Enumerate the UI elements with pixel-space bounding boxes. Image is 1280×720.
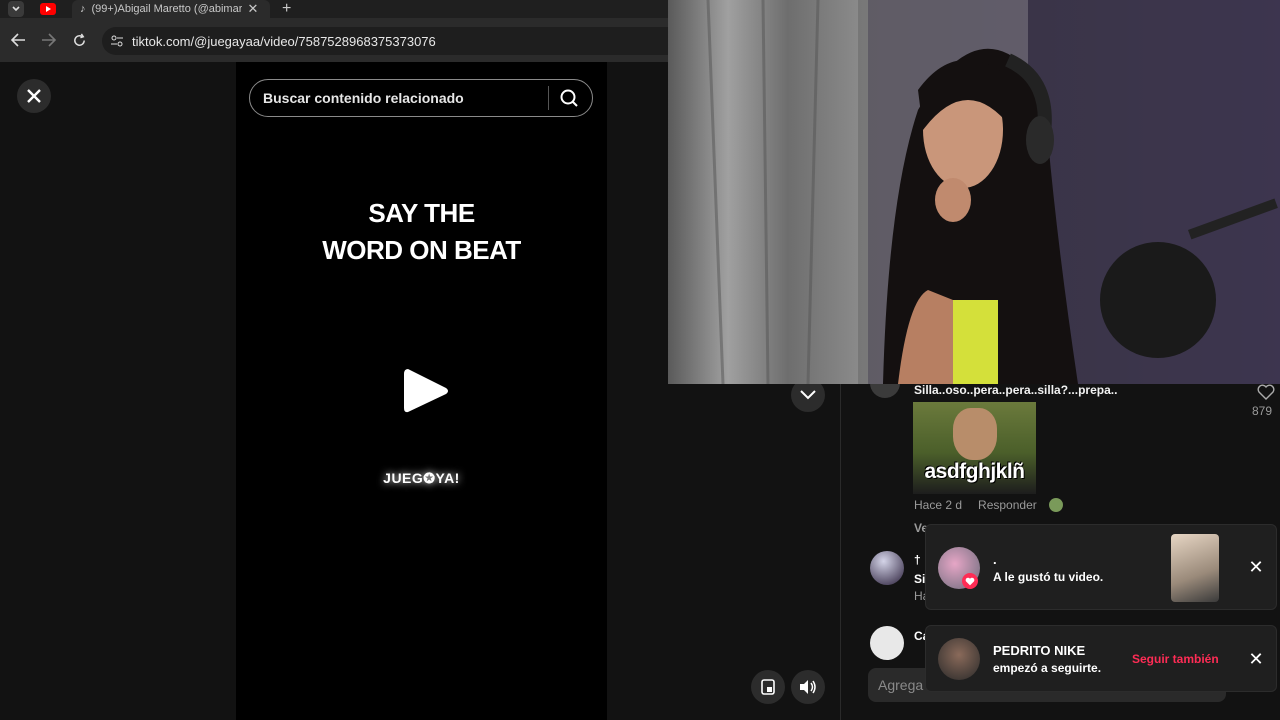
close-icon[interactable]: ✕ — [1246, 557, 1266, 577]
gif-face — [953, 408, 997, 460]
gif-caption: asdfghjklñ — [924, 460, 1025, 483]
notification-text: A le gustó tu video. — [993, 570, 1104, 584]
tab-list-chevron-icon[interactable] — [8, 0, 24, 18]
url-field[interactable]: tiktok.com/@juegayaa/video/7587528968375… — [102, 27, 668, 55]
tab-tiktok[interactable]: ♪ (99+)Abigail Maretto (@abimar ✕ — [72, 0, 270, 18]
comment-gif[interactable]: asdfghjklñ — [913, 402, 1036, 494]
volume-button[interactable] — [791, 670, 825, 704]
search-divider — [548, 86, 549, 110]
close-video-button[interactable] — [17, 79, 51, 113]
like-notification[interactable]: . A le gustó tu video. ✕ — [925, 524, 1277, 610]
close-icon — [27, 89, 41, 103]
caption-line-2: WORD ON BEAT — [322, 235, 521, 265]
search-icon[interactable] — [557, 86, 581, 110]
reload-icon[interactable] — [72, 33, 87, 48]
follow-back-button[interactable]: Seguir también — [1132, 652, 1219, 666]
tiktok-icon: ♪ — [80, 3, 86, 15]
avatar[interactable] — [870, 551, 904, 585]
comment-text: Si — [914, 572, 926, 586]
notification-text: empezó a seguirte. — [993, 661, 1102, 675]
new-tab-button[interactable]: + — [282, 0, 291, 18]
youtube-tab-icon[interactable] — [40, 0, 56, 18]
tab-title: (99+)Abigail Maretto (@abimar — [91, 3, 242, 15]
comment-meta: Hace 2 d Responder — [914, 498, 1063, 512]
search-input[interactable]: Buscar contenido relacionado — [249, 79, 593, 117]
creator-avatar-icon — [1048, 498, 1063, 512]
video-thumbnail[interactable] — [1171, 534, 1219, 602]
streamer-camera-image — [668, 0, 1280, 384]
avatar — [938, 638, 980, 680]
url-text: tiktok.com/@juegayaa/video/7587528968375… — [132, 33, 436, 49]
site-info-icon[interactable] — [110, 35, 124, 47]
reply-button[interactable]: Responder — [978, 498, 1037, 512]
video-caption-overlay: SAY THE WORD ON BEAT — [236, 195, 607, 269]
search-placeholder: Buscar contenido relacionado — [263, 90, 464, 106]
back-icon[interactable] — [10, 33, 26, 47]
heart-icon[interactable] — [1257, 384, 1275, 400]
chevron-down-icon — [800, 390, 816, 400]
avatar[interactable] — [870, 626, 904, 660]
heart-badge-icon — [962, 573, 978, 589]
brand-logo: JUEG✪YA! — [383, 470, 460, 486]
volume-icon — [800, 680, 816, 694]
comment-text: Silla..oso..pera..pera..silla?...prepa.. — [914, 383, 1118, 397]
notification-title: PEDRITO NIKE — [993, 643, 1086, 658]
comment-author[interactable]: † — [914, 553, 921, 567]
comment-time: Hace 2 d — [914, 498, 963, 512]
comment-placeholder: Agrega — [878, 677, 924, 693]
follow-notification[interactable]: PEDRITO NIKE empezó a seguirte. Seguir t… — [925, 625, 1277, 692]
pip-icon — [761, 679, 775, 695]
tab-close-icon[interactable]: ✕ — [248, 1, 259, 17]
forward-icon[interactable] — [41, 33, 57, 47]
notification-title: . — [993, 552, 997, 567]
close-icon[interactable]: ✕ — [1246, 649, 1266, 669]
webcam-overlay — [668, 0, 1280, 384]
caption-line-1: SAY THE — [368, 198, 475, 228]
play-icon[interactable] — [402, 365, 450, 417]
like-count: 879 — [1252, 404, 1273, 418]
picture-in-picture-button[interactable] — [751, 670, 785, 704]
tab-bar: ♪ (99+)Abigail Maretto (@abimar ✕ + — [0, 0, 668, 18]
